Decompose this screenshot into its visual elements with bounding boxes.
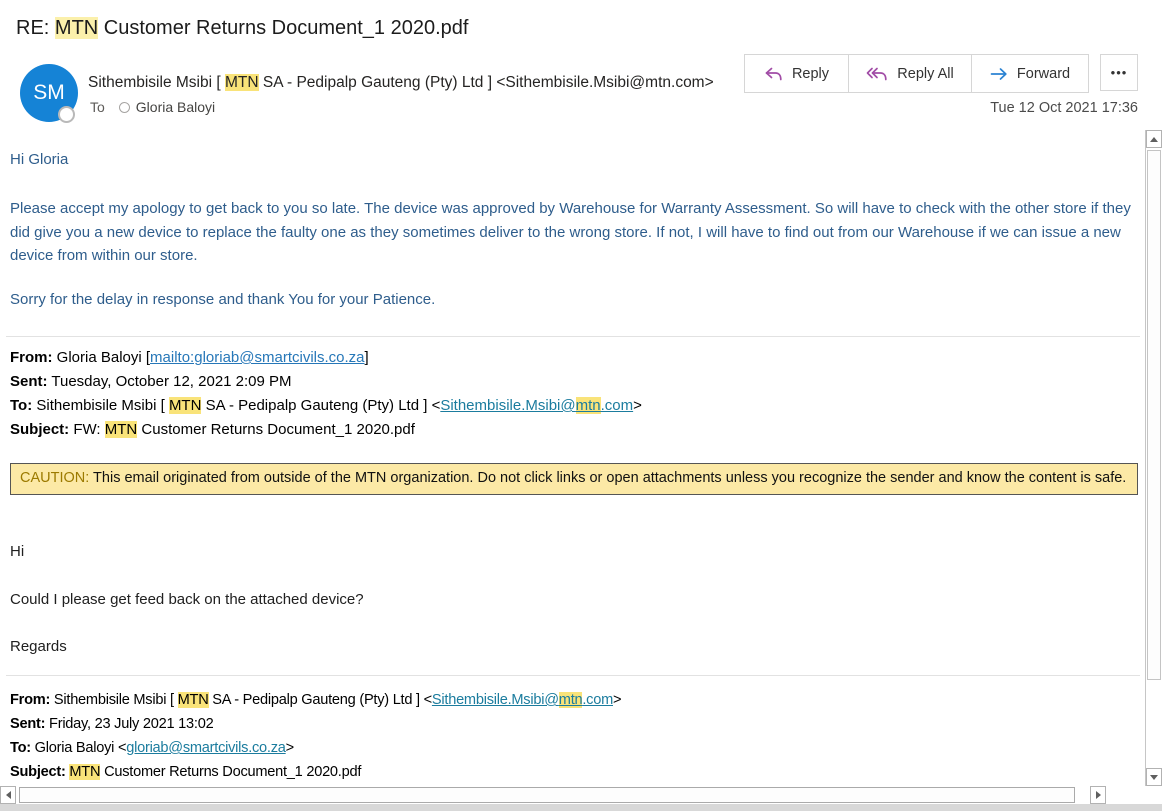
body-greeting: Hi Gloria (10, 151, 68, 168)
quoted-message-divider (6, 675, 1140, 676)
email-address-link[interactable]: Sithembisile.Msibi@mtn.com (432, 692, 613, 708)
forward-arrow-icon (990, 67, 1008, 81)
highlight-mtn: MTN (178, 692, 209, 708)
highlight-mtn: MTN (105, 421, 138, 438)
quoted-body-greeting: Hi (10, 543, 24, 560)
reply-all-button-label: Reply All (897, 66, 953, 82)
quoted-body-question: Could I please get feed back on the atta… (10, 591, 364, 608)
quoted-header-2: From: Sithembisile Msibi [ MTN SA - Pedi… (10, 688, 621, 784)
scroll-up-icon (1150, 137, 1158, 142)
reply-all-button[interactable]: Reply All (848, 55, 971, 92)
highlight-mtn: mtn (559, 692, 583, 708)
email-address-link[interactable]: Sithembisile.Msibi@mtn.com (440, 397, 633, 414)
recipient-line: To Gloria Baloyi (90, 99, 215, 115)
horizontal-scrollbar-thumb[interactable] (19, 787, 1075, 803)
subject-prefix: RE: (16, 17, 55, 39)
to-label: To: (10, 397, 32, 414)
quoted-body-regards: Regards (10, 638, 67, 655)
window-bottom-edge (0, 804, 1162, 811)
quoted1-to-line: To: Sithembisile Msibi [ MTN SA - Pedipa… (10, 394, 642, 418)
scroll-left-button[interactable] (0, 786, 16, 804)
highlight-mtn: MTN (69, 764, 100, 780)
more-actions-button[interactable]: ••• (1100, 54, 1138, 91)
quoted2-subject-line: Subject: MTN Customer Returns Document_1… (10, 760, 621, 784)
subject-label: Subject: (10, 421, 69, 438)
reply-button-label: Reply (792, 66, 829, 82)
caution-label: CAUTION: (20, 470, 89, 486)
recipient-name[interactable]: Gloria Baloyi (136, 99, 215, 115)
highlight-mtn: MTN (169, 397, 202, 414)
presence-circle-icon (119, 102, 130, 113)
quoted1-sent-line: Sent: Tuesday, October 12, 2021 2:09 PM (10, 370, 642, 394)
subject-label: Subject: (10, 764, 66, 780)
quoted2-sent-line: Sent: Friday, 23 July 2021 13:02 (10, 712, 621, 736)
subject-rest: Customer Returns Document_1 2020.pdf (98, 17, 468, 39)
sender-prefix: Sithembisile Msibi [ (88, 74, 225, 91)
presence-badge-icon (58, 106, 75, 123)
mailto-link[interactable]: mailto:gloriab@smartcivils.co.za (150, 349, 364, 366)
from-label: From: (10, 692, 50, 708)
to-label: To (90, 99, 105, 115)
email-address-link[interactable]: gloriab@smartcivils.co.za (126, 740, 285, 756)
horizontal-scrollbar[interactable] (0, 786, 1140, 804)
quoted-header-1: From: Gloria Baloyi [mailto:gloriab@smar… (10, 346, 642, 442)
email-reading-pane: RE: MTN Customer Returns Document_1 2020… (0, 0, 1162, 811)
vertical-scrollbar-thumb[interactable] (1147, 150, 1161, 680)
reply-button[interactable]: Reply (745, 55, 848, 92)
sender-highlight-mtn: MTN (225, 74, 259, 91)
quoted2-to-line: To: Gloria Baloyi <gloriab@smartcivils.c… (10, 736, 621, 760)
sent-label: Sent: (10, 373, 48, 390)
ellipsis-icon: ••• (1111, 65, 1128, 80)
quoted2-from-line: From: Sithembisile Msibi [ MTN SA - Pedi… (10, 688, 621, 712)
highlight-mtn: mtn (576, 397, 601, 414)
quoted1-from-line: From: Gloria Baloyi [mailto:gloriab@smar… (10, 346, 642, 370)
sent-label: Sent: (10, 716, 45, 732)
message-timestamp: Tue 12 Oct 2021 17:36 (990, 100, 1138, 116)
from-label: From: (10, 349, 53, 366)
subject-highlight-mtn: MTN (55, 17, 98, 39)
forward-button[interactable]: Forward (971, 55, 1088, 92)
reply-arrow-icon (764, 67, 783, 81)
vertical-scrollbar[interactable] (1145, 130, 1162, 786)
to-label: To: (10, 740, 31, 756)
external-sender-caution-banner: CAUTION: This email originated from outs… (10, 463, 1138, 495)
reply-all-arrow-icon (866, 67, 888, 81)
scroll-up-button[interactable] (1146, 130, 1162, 148)
message-action-bar: Reply Reply All Forward (744, 54, 1089, 93)
scroll-down-icon (1150, 775, 1158, 780)
quoted1-subject-line: Subject: FW: MTN Customer Returns Docume… (10, 418, 642, 442)
quoted-message-divider (6, 336, 1140, 337)
body-closing: Sorry for the delay in response and than… (10, 291, 435, 308)
body-paragraph: Please accept my apology to get back to … (10, 197, 1134, 268)
scroll-left-icon (6, 791, 11, 799)
email-subject: RE: MTN Customer Returns Document_1 2020… (16, 17, 468, 40)
scroll-right-button[interactable] (1090, 786, 1106, 804)
sender-name[interactable]: Sithembisile Msibi [ MTN SA - Pedipalp G… (88, 74, 738, 92)
scroll-right-icon (1096, 791, 1101, 799)
forward-button-label: Forward (1017, 66, 1070, 82)
scroll-down-button[interactable] (1146, 768, 1162, 786)
sender-suffix: SA - Pedipalp Gauteng (Pty) Ltd ] <Sithe… (259, 74, 714, 91)
caution-text: This email originated from outside of th… (89, 470, 1126, 486)
avatar-initials: SM (33, 81, 65, 105)
